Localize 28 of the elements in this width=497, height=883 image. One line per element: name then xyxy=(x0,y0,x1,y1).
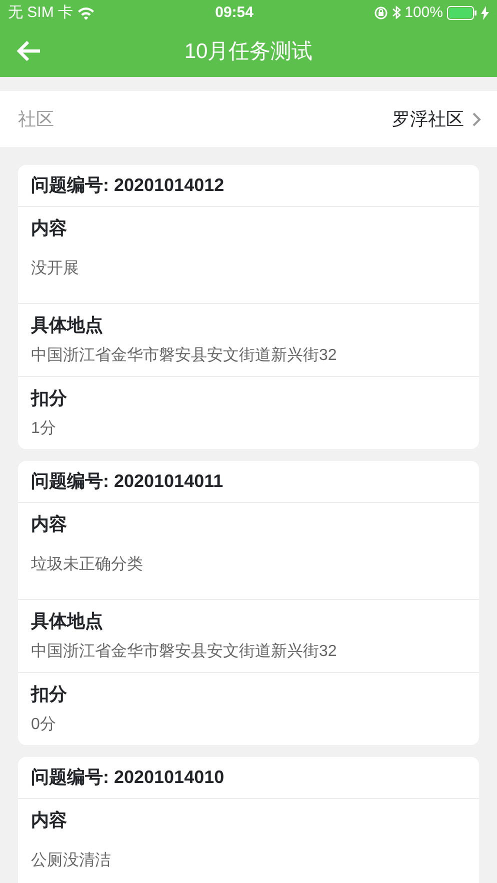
field-label: 具体地点 xyxy=(31,610,104,633)
field-value: 公厕没清洁 xyxy=(31,850,112,871)
community-label: 社区 xyxy=(18,108,54,130)
field-label: 内容 xyxy=(31,217,68,240)
issue-number: 问题编号: 20201014010 xyxy=(18,757,479,799)
back-button[interactable] xyxy=(16,40,42,64)
field-value: 0分 xyxy=(31,715,57,735)
field-value: 垃圾未正确分类 xyxy=(31,554,144,575)
field-value: 没开展 xyxy=(31,259,80,279)
carrier-text: 无 SIM 卡 xyxy=(8,2,74,23)
issue-number: 问题编号: 20201014012 xyxy=(18,165,479,207)
field-value: 1分 xyxy=(31,419,57,439)
field-value: 中国浙江省金华市磐安县安文街道新兴街32 xyxy=(31,346,338,366)
community-value: 罗浮社区 xyxy=(392,108,464,130)
battery-percent-text: 100% xyxy=(404,2,443,23)
field-label: 内容 xyxy=(31,513,68,536)
issue-card[interactable]: 问题编号: 20201014012 内容 没开展 具体地点 中国浙江省金华市磐安县安文街道新兴街32 扣分 1分 xyxy=(18,165,479,449)
field-label: 内容 xyxy=(31,809,68,832)
field-label: 扣分 xyxy=(31,683,68,706)
field-value: 中国浙江省金华市磐安县安文街道新兴街32 xyxy=(31,642,338,662)
issue-card[interactable]: 问题编号: 20201014011 内容 垃圾未正确分类 具体地点 中国浙江省金华市磐安县安文街道新兴街32 扣分 0分 xyxy=(18,461,479,745)
community-row[interactable]: 社区 罗浮社区 xyxy=(0,91,497,147)
issue-card[interactable]: 问题编号: 20201014010 内容 公厕没清洁 xyxy=(18,757,479,883)
field-label: 具体地点 xyxy=(31,314,104,337)
issue-number: 问题编号: 20201014011 xyxy=(18,461,479,503)
field-label: 扣分 xyxy=(31,387,68,410)
time-text: 09:54 xyxy=(215,2,254,23)
page-title: 10月任务测试 xyxy=(183,38,314,65)
